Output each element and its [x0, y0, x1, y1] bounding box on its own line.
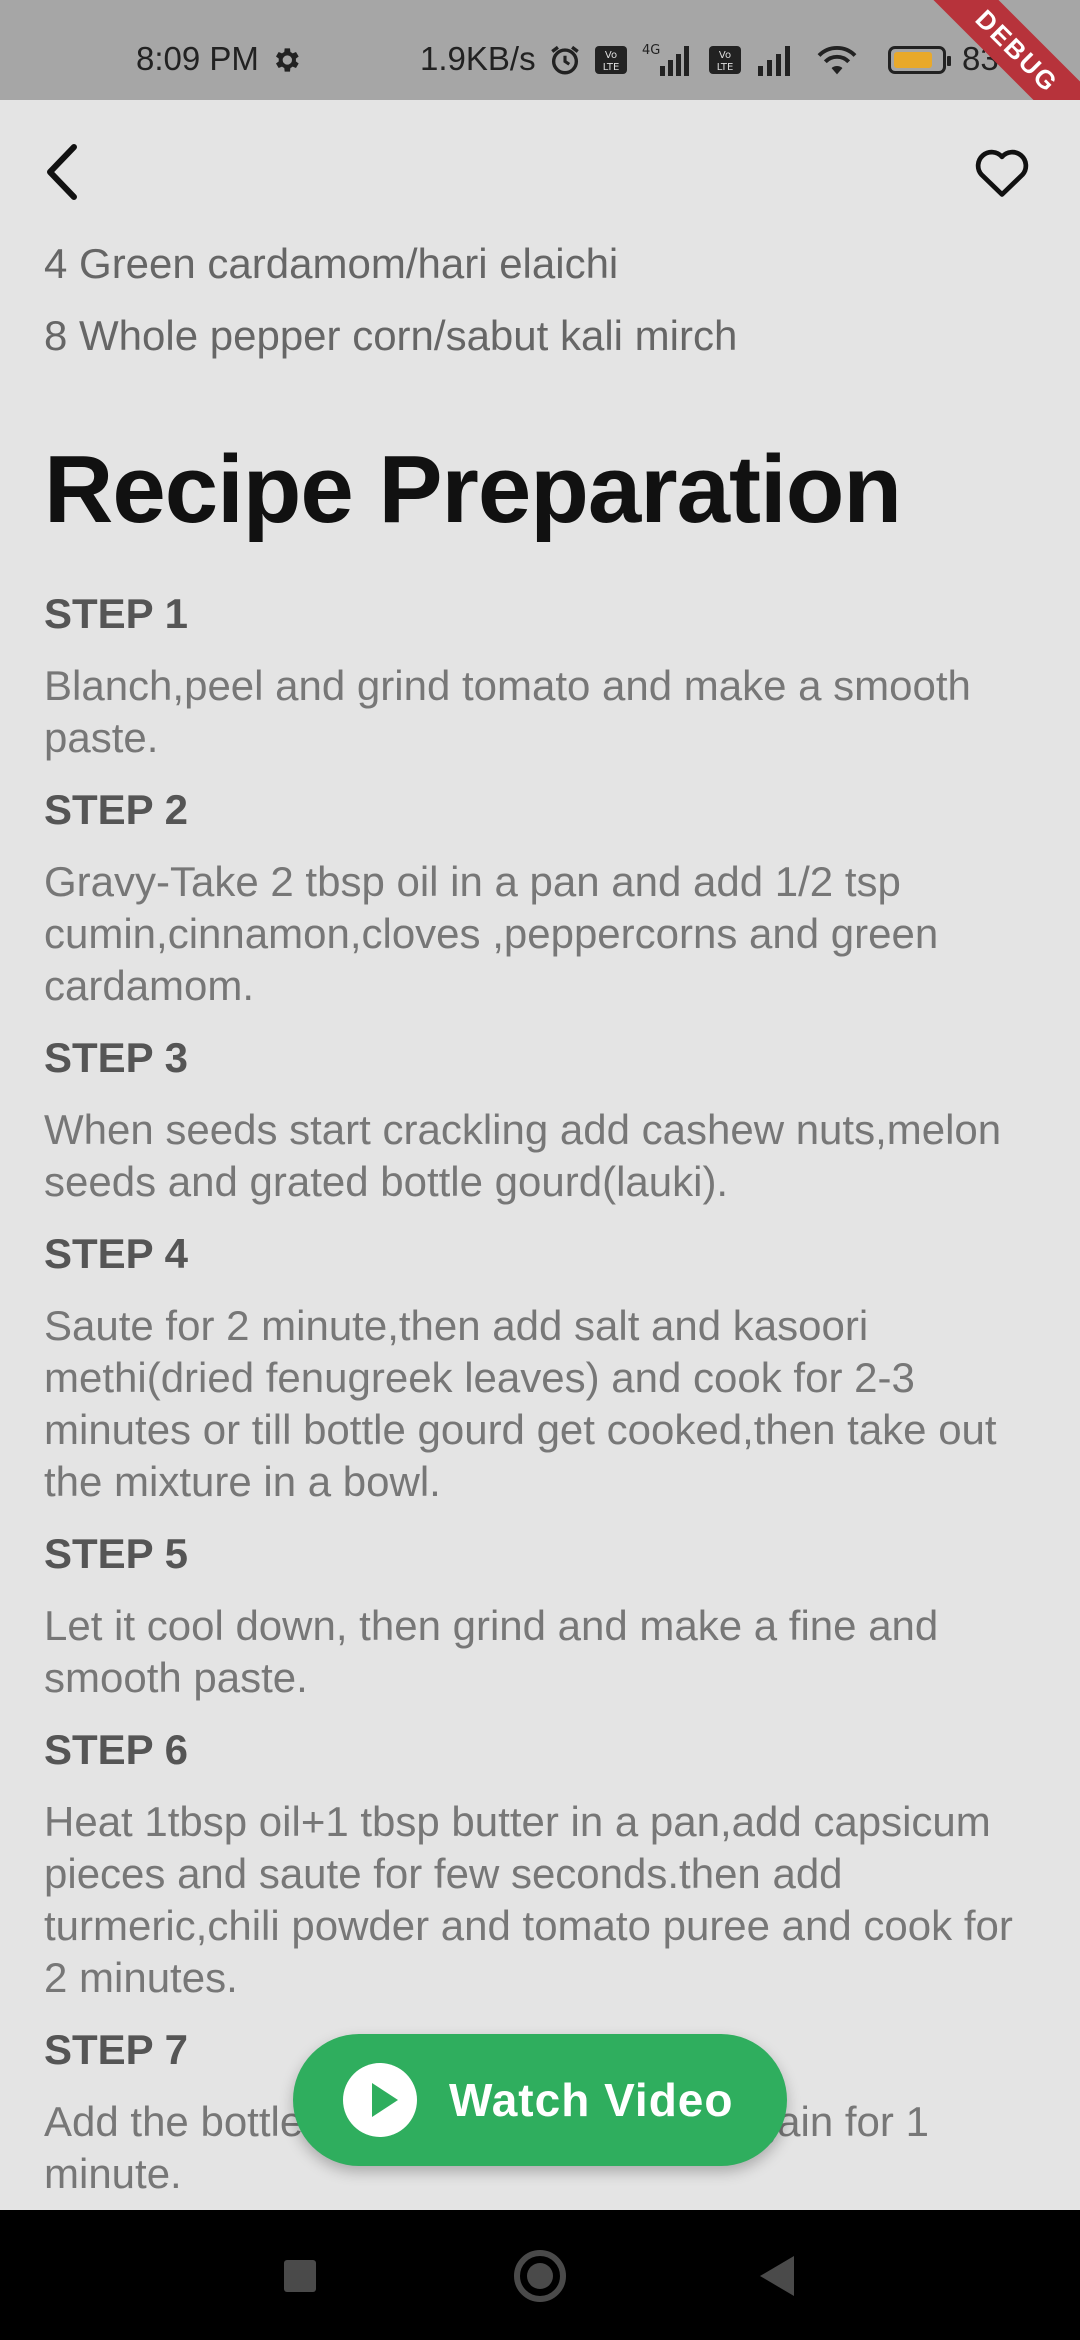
volte-lte: LTE — [603, 62, 620, 73]
network-speed: 1.9KB/s — [420, 40, 536, 77]
back-button[interactable] — [30, 140, 94, 204]
volte-icon: Vo LTE — [595, 46, 627, 74]
step-title: STEP 5 — [44, 1530, 188, 1577]
watch-video-button[interactable]: Watch Video — [293, 2034, 787, 2166]
volte-vo: Vo — [719, 50, 731, 61]
step-text: When seeds start crackling add cashew nu… — [44, 1106, 1002, 1205]
step-text: Saute for 2 minute,then add salt and kas… — [44, 1302, 997, 1505]
step-text: Heat 1tbsp oil+1 tbsp butter in a pan,ad… — [44, 1798, 1013, 2001]
steps-list: STEP 1 Blanch,peel and grind tomato and … — [44, 590, 1034, 2210]
watch-video-label: Watch Video — [449, 2074, 734, 2126]
battery-icon — [888, 46, 951, 74]
favorite-button[interactable] — [966, 140, 1038, 204]
heart-outline-icon — [975, 149, 1029, 197]
step-title: STEP 1 — [44, 590, 188, 637]
recipe-content[interactable]: 4 Green cardamom/hari elaichi 8 Whole pe… — [0, 240, 1080, 2210]
system-nav-bar — [0, 2210, 1080, 2340]
signal-4g-icon: 4G — [642, 43, 689, 76]
settings-gear-icon — [276, 48, 299, 72]
play-circle-icon — [343, 2063, 417, 2137]
net-type-label: 4G — [642, 43, 660, 58]
alarm-icon — [551, 45, 579, 75]
back-triangle-icon[interactable] — [760, 2256, 794, 2296]
ingredient-item: 4 Green cardamom/hari elaichi — [44, 240, 619, 287]
signal-icon — [758, 46, 790, 76]
status-time: 8:09 PM — [136, 40, 259, 77]
recents-square-icon[interactable] — [284, 2260, 316, 2292]
status-icons: Vo LTE 4G Vo LTE — [548, 40, 860, 80]
step-text: Let it cool down, then grind and make a … — [44, 1602, 939, 1701]
home-circle-icon[interactable] — [514, 2250, 566, 2302]
step-title: STEP 4 — [44, 1230, 188, 1277]
volte-lte: LTE — [717, 62, 734, 73]
step-title: STEP 6 — [44, 1726, 188, 1773]
step-title: STEP 2 — [44, 786, 188, 833]
step-text: Blanch,peel and grind tomato and make a … — [44, 662, 971, 761]
step-title: STEP 3 — [44, 1034, 188, 1081]
wifi-icon — [817, 45, 857, 75]
ingredient-item: 8 Whole pepper corn/sabut kali mirch — [44, 312, 738, 359]
volte-icon-2: Vo LTE — [709, 46, 741, 74]
step-text: Gravy-Take 2 tbsp oil in a pan and add 1… — [44, 858, 939, 1009]
battery-fill — [894, 52, 932, 68]
section-title: Recipe Preparation — [44, 436, 902, 543]
app-bar — [0, 100, 1080, 240]
volte-vo: Vo — [605, 50, 617, 61]
back-arrow-icon — [47, 144, 77, 200]
status-bar: 8:09 PM 1.9KB/s Vo LTE 4G Vo LTE DEBUG — [0, 0, 1080, 100]
